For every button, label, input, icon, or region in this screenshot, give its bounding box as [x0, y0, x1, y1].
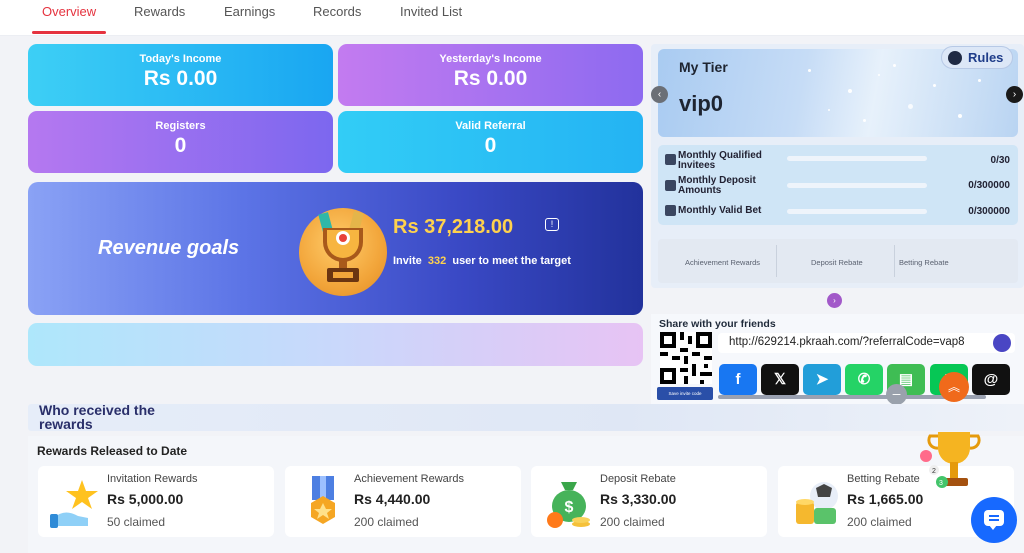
stat-row-invitees: Monthly Qualified Invitees 0/30: [658, 148, 1018, 172]
deposit-icon: [665, 180, 676, 191]
stat-value-deposit: 0/300000: [968, 180, 1010, 191]
betting-coins-icon: [788, 474, 844, 530]
progress-bar-deposit: [787, 183, 927, 188]
invite-suffix: user to meet the target: [452, 255, 571, 267]
reward-name: Invitation Rewards: [107, 473, 198, 485]
tab-records[interactable]: Records: [313, 4, 361, 19]
money-bag-icon: $: [541, 474, 597, 530]
revenue-target-amount: Rs 37,218.00: [393, 216, 514, 238]
svg-text:$: $: [565, 499, 574, 516]
stat-value-bet: 0/300000: [968, 206, 1010, 217]
yesterday-income-card: Yesterday's Income Rs 0.00: [338, 44, 643, 106]
share-title: Share with your friends: [659, 318, 776, 330]
stat-row-deposit: Monthly Deposit Amounts 0/300000: [658, 175, 1018, 199]
x-share-icon[interactable]: 𝕏: [761, 364, 799, 395]
threads-share-icon[interactable]: @: [972, 364, 1010, 395]
reward-card-deposit: $ Deposit Rebate Rs 3,330.00 200 claimed: [531, 466, 767, 537]
registers-card: Registers 0: [28, 111, 333, 173]
reward-card-achievement: Achievement Rewards Rs 4,440.00 200 clai…: [285, 466, 521, 537]
today-income-value: Rs 0.00: [143, 67, 218, 90]
tier-stats: Monthly Qualified Invitees 0/30 Monthly …: [658, 145, 1018, 225]
prev-arrow-icon[interactable]: ‹: [651, 86, 668, 103]
valid-referral-label: Valid Referral: [455, 120, 526, 132]
copy-icon[interactable]: [993, 334, 1011, 352]
tier-tab-achievement[interactable]: Achievement Rewards: [685, 258, 760, 267]
who-received-title: Who received the rewards: [39, 402, 155, 432]
referral-link-field[interactable]: http://629214.pkraah.com/?referralCode=v…: [718, 333, 1015, 353]
reward-name: Achievement Rewards: [354, 473, 465, 485]
revenue-goals-title: Revenue goals: [98, 237, 240, 259]
rules-label: Rules: [968, 50, 1004, 65]
telegram-share-icon[interactable]: ➤: [803, 364, 841, 395]
rules-icon: [948, 51, 962, 65]
reward-claimed: 50 claimed: [107, 515, 166, 529]
save-invite-code-button[interactable]: Save invite code: [657, 387, 713, 400]
reward-claimed: 200 claimed: [847, 515, 912, 529]
tier-level: vip0: [679, 91, 724, 116]
minimize-icon[interactable]: –: [886, 384, 907, 405]
progress-bar-invitees: [787, 156, 927, 161]
stat-label-invitees: Monthly Qualified Invitees: [678, 150, 762, 171]
invite-count: 332: [427, 255, 447, 267]
tab-overview[interactable]: Overview: [42, 4, 96, 19]
tier-title: My Tier: [679, 59, 728, 75]
reward-amount: Rs 4,440.00: [354, 491, 431, 507]
active-tab-indicator: [32, 31, 106, 34]
reward-name: Deposit Rebate: [600, 473, 676, 485]
svg-text:3: 3: [939, 480, 943, 487]
referral-url: http://629214.pkraah.com/?referralCode=v…: [729, 336, 965, 348]
trophy-icon: [299, 208, 387, 296]
reward-claimed: 200 claimed: [600, 515, 665, 529]
valid-referral-value: 0: [484, 134, 497, 157]
today-income-card: Today's Income Rs 0.00: [28, 44, 333, 106]
rules-button[interactable]: Rules: [941, 46, 1013, 69]
tier-tabs: Achievement Rewards Deposit Rebate Betti…: [658, 239, 1018, 283]
tab-bar: Overview Rewards Earnings Records Invite…: [0, 0, 1024, 36]
tier-tab-betting[interactable]: Betting Rebate: [899, 258, 949, 267]
reward-claimed: 200 claimed: [354, 515, 419, 529]
invitation-reward-icon: [48, 474, 104, 530]
reward-card-invitation: Invitation Rewards Rs 5,000.00 50 claime…: [38, 466, 274, 537]
yesterday-income-value: Rs 0.00: [453, 67, 528, 90]
crown-icon: [665, 154, 676, 165]
whatsapp-share-icon[interactable]: ✆: [845, 364, 883, 395]
valid-referral-card: Valid Referral 0: [338, 111, 643, 173]
stat-label-deposit: Monthly Deposit Amounts: [678, 175, 756, 196]
stat-value-invitees: 0/30: [990, 155, 1010, 166]
empty-banner: [28, 323, 643, 366]
today-income-label: Today's Income: [139, 53, 222, 65]
info-icon[interactable]: !: [545, 218, 559, 231]
reward-amount: Rs 1,665.00: [847, 491, 924, 507]
chat-icon: [984, 510, 1004, 530]
reward-amount: Rs 3,330.00: [600, 491, 677, 507]
reward-name: Betting Rebate: [847, 473, 920, 485]
tab-invited-list[interactable]: Invited List: [400, 4, 462, 19]
qr-code-icon: [660, 332, 712, 384]
achievement-medal-icon: [295, 474, 351, 530]
next-arrow-icon[interactable]: ›: [1006, 86, 1023, 103]
revenue-invite-text: Invite 332 user to meet the target: [393, 255, 571, 267]
scroll-top-icon[interactable]: ︽: [939, 372, 969, 402]
bet-icon: [665, 205, 676, 216]
rewards-title: Rewards Released to Date: [37, 444, 188, 458]
tier-tab-deposit[interactable]: Deposit Rebate: [811, 258, 863, 267]
revenue-goals-card: Revenue goals Rs 37,218.00 ! Invite 332 …: [28, 182, 643, 315]
invite-prefix: Invite: [393, 255, 422, 267]
registers-label: Registers: [155, 120, 206, 132]
reward-amount: Rs 5,000.00: [107, 491, 184, 507]
expand-arrow-icon[interactable]: ›: [827, 293, 842, 308]
registers-value: 0: [174, 134, 187, 157]
chat-support-button[interactable]: [971, 497, 1017, 543]
trophy-decoration-icon: 2 3: [918, 426, 990, 502]
facebook-share-icon[interactable]: f: [719, 364, 757, 395]
svg-text:2: 2: [932, 468, 936, 475]
progress-bar-bet: [787, 209, 927, 214]
stat-row-bet: Monthly Valid Bet 0/300000: [658, 201, 1018, 225]
tab-rewards[interactable]: Rewards: [134, 4, 185, 19]
yesterday-income-label: Yesterday's Income: [439, 53, 542, 65]
stat-label-bet: Monthly Valid Bet: [678, 205, 762, 216]
tab-earnings[interactable]: Earnings: [224, 4, 275, 19]
